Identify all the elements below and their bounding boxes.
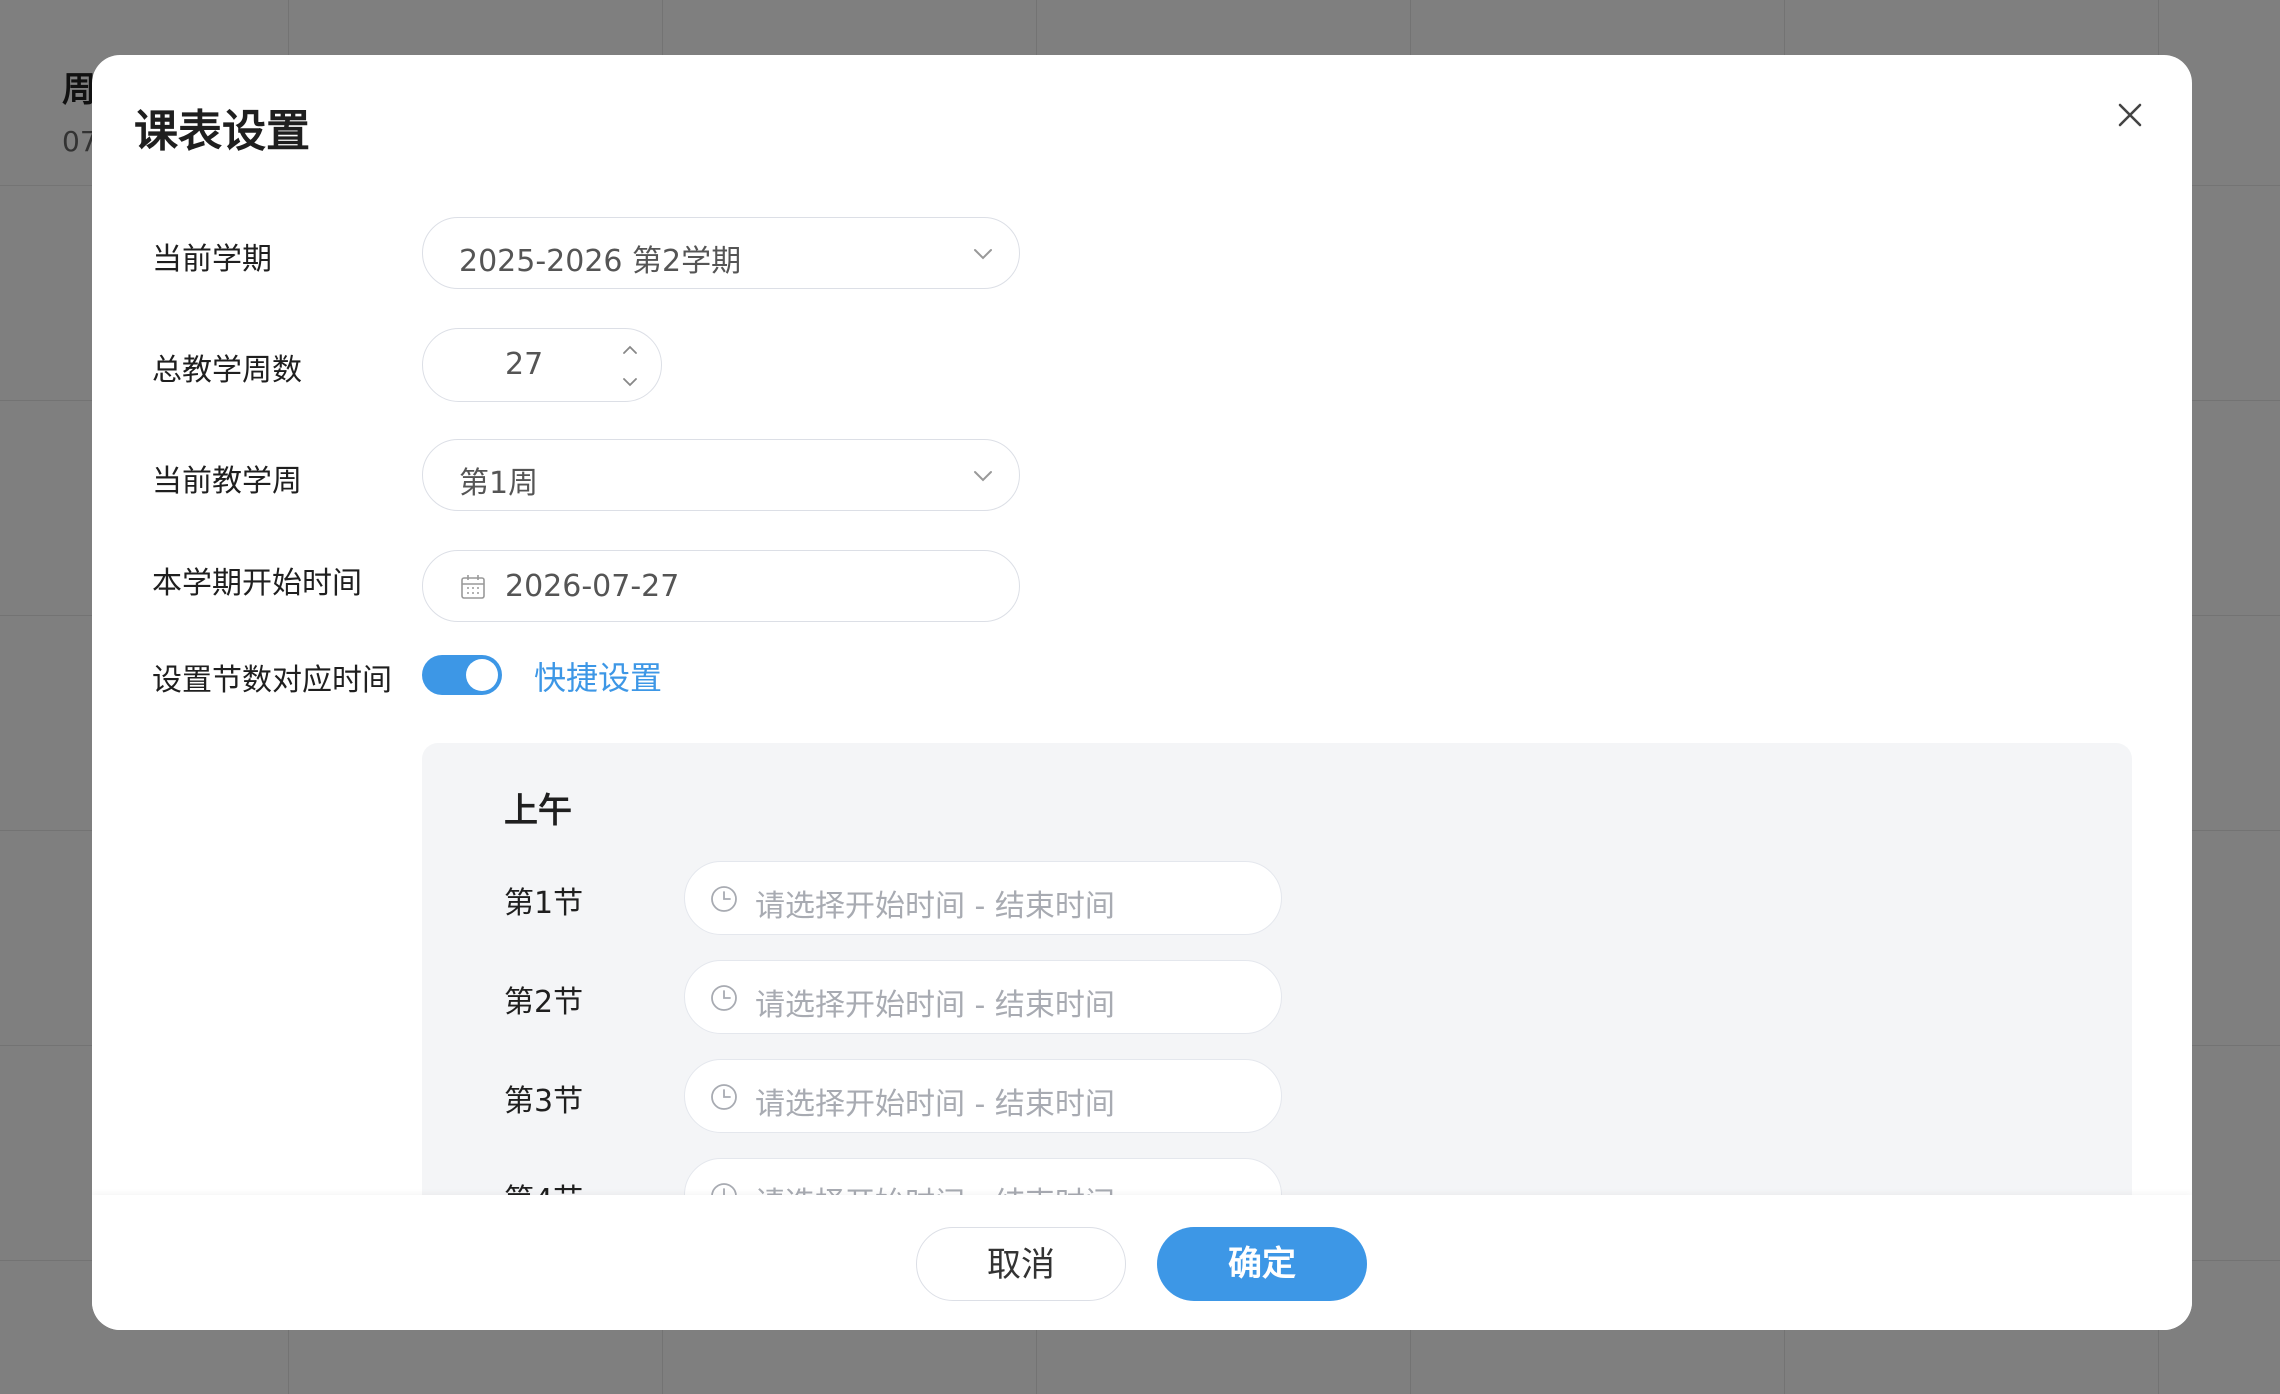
time-range-placeholder: 请选择开始时间 - 结束时间 — [755, 988, 1115, 1023]
period-label: 第1节 — [504, 886, 584, 921]
dialog-title: 课表设置 — [134, 106, 310, 157]
total-weeks-label: 总教学周数 — [152, 353, 302, 388]
current-week-value: 第1周 — [459, 466, 539, 501]
period-label: 第2节 — [504, 985, 584, 1020]
close-icon — [2118, 103, 2142, 127]
time-range-placeholder: 请选择开始时间 - 结束时间 — [755, 889, 1115, 924]
semester-value: 2025-2026 第2学期 — [459, 244, 742, 279]
cancel-button[interactable]: 取消 — [916, 1227, 1126, 1301]
total-weeks-value: 27 — [505, 347, 544, 382]
period-time-range-input[interactable]: 请选择开始时间 - 结束时间 — [684, 960, 1282, 1034]
clock-icon — [711, 985, 737, 1011]
calendar-icon — [461, 575, 485, 599]
start-date-label: 本学期开始时间 — [152, 566, 362, 601]
chevron-up-icon[interactable] — [619, 339, 641, 361]
close-button[interactable] — [2108, 93, 2152, 137]
current-week-label: 当前教学周 — [152, 464, 302, 499]
chevron-down-icon — [974, 249, 992, 260]
semester-label: 当前学期 — [152, 242, 272, 277]
total-weeks-stepper[interactable]: 27 — [422, 328, 662, 402]
schedule-settings-dialog: 课表设置 当前学期 2025-2026 第2学期 总教学周数 27 当前教学周 … — [92, 55, 2192, 1330]
confirm-button[interactable]: 确定 — [1157, 1227, 1367, 1301]
quick-settings-link[interactable]: 快捷设置 — [534, 653, 662, 699]
start-date-picker[interactable]: 2026-07-27 — [422, 550, 1020, 622]
period-time-toggle[interactable] — [422, 655, 502, 695]
start-date-value: 2026-07-27 — [505, 569, 680, 604]
dialog-footer: 取消 确定 — [92, 1195, 2192, 1330]
toggle-knob — [466, 659, 498, 691]
clock-icon — [711, 1084, 737, 1110]
semester-select[interactable]: 2025-2026 第2学期 — [422, 217, 1020, 289]
current-week-select[interactable]: 第1周 — [422, 439, 1020, 511]
chevron-down-icon — [974, 471, 992, 482]
morning-heading: 上午 — [504, 791, 572, 831]
clock-icon — [711, 886, 737, 912]
chevron-down-icon[interactable] — [619, 371, 641, 393]
period-time-range-input[interactable]: 请选择开始时间 - 结束时间 — [684, 861, 1282, 935]
time-range-placeholder: 请选择开始时间 - 结束时间 — [755, 1087, 1115, 1122]
period-time-label: 设置节数对应时间 — [152, 663, 392, 698]
period-time-range-input[interactable]: 请选择开始时间 - 结束时间 — [684, 1059, 1282, 1133]
period-label: 第3节 — [504, 1084, 584, 1119]
